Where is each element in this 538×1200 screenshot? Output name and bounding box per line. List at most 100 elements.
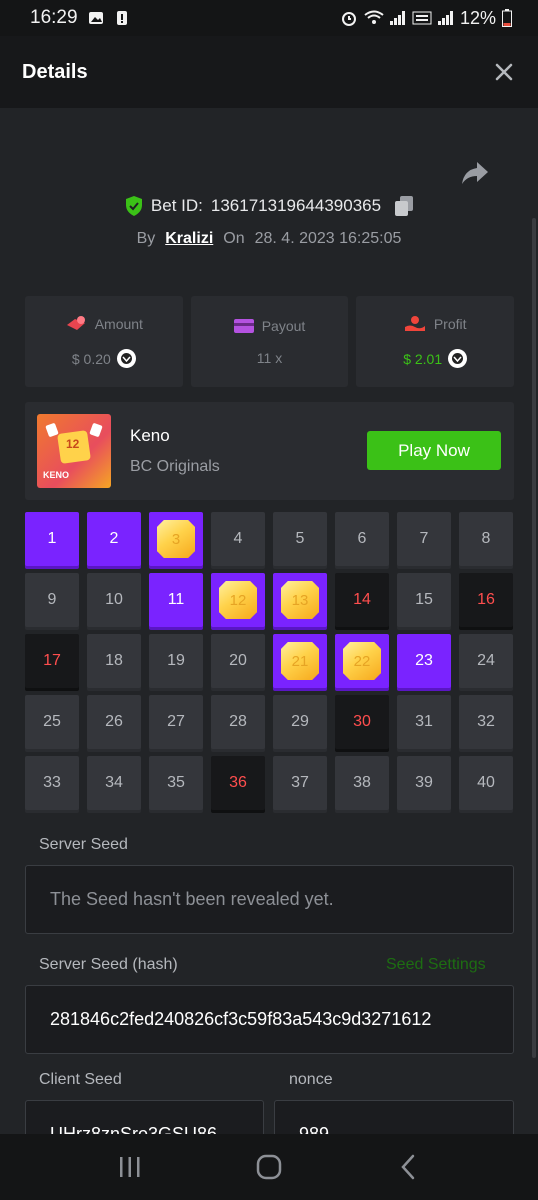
- keno-thumb-number: 12: [66, 437, 80, 451]
- keno-cell-number: 13: [291, 591, 309, 609]
- scrollbar[interactable]: [532, 218, 536, 1058]
- copy-icon[interactable]: [395, 196, 414, 216]
- keno-cell-number: 40: [477, 774, 495, 791]
- server-seed-value: The Seed hasn't been revealed yet.: [50, 889, 334, 909]
- keno-cell: 26: [87, 695, 141, 749]
- bet-stats: Amount $ 0.20 Payout 11 x Profit $ 2.01: [25, 296, 515, 387]
- signal-icon-2: [437, 11, 453, 25]
- keno-cell-number: 35: [167, 774, 185, 791]
- keno-cell: 35: [149, 756, 203, 810]
- keno-thumb-label: KENO: [43, 470, 70, 480]
- profit-icon: [404, 316, 425, 331]
- client-seed-field[interactable]: UHrz8znSro3GSU86: [25, 1100, 264, 1134]
- keno-cell: 21: [273, 634, 327, 688]
- clock: 16:29: [30, 7, 78, 28]
- home-button[interactable]: [249, 1147, 289, 1187]
- keno-cell-number: 33: [43, 774, 61, 791]
- back-button[interactable]: [388, 1147, 428, 1187]
- keno-cell-number: 24: [477, 652, 495, 669]
- keno-cell: 6: [335, 512, 389, 566]
- keno-cell: 2: [87, 512, 141, 566]
- keno-cell: 14: [335, 573, 389, 627]
- profit-label: Profit: [433, 316, 467, 332]
- keno-cell: 7: [397, 512, 451, 566]
- amount-icon: [66, 316, 85, 330]
- keno-cell: 29: [273, 695, 327, 749]
- keno-cell-number: 1: [47, 530, 57, 547]
- alarm-icon: [341, 12, 356, 26]
- keno-cell: 28: [211, 695, 265, 749]
- keno-cell-number: 6: [357, 530, 367, 547]
- play-now-button[interactable]: Play Now: [367, 431, 501, 470]
- details-content[interactable]: Bet ID: 136171319644390365 By Kralizi On…: [0, 108, 538, 1134]
- seed-settings-link[interactable]: Seed Settings: [386, 956, 486, 974]
- keno-cell: 34: [87, 756, 141, 810]
- bet-id-label: Bet ID:: [150, 196, 203, 215]
- username-link[interactable]: Kralizi: [165, 230, 213, 248]
- payout-card-icon: [233, 318, 254, 333]
- client-seed-value: UHrz8znSro3GSU86: [50, 1124, 218, 1134]
- keno-cell-number: 4: [233, 530, 243, 547]
- keno-cell-number: 9: [47, 591, 57, 608]
- status-bar: 16:29 12%: [0, 0, 538, 36]
- keno-cell-number: 5: [295, 530, 305, 547]
- coin-icon: [116, 349, 136, 368]
- keno-thumbnail[interactable]: 12 KENO: [37, 414, 111, 488]
- share-icon[interactable]: [460, 160, 490, 186]
- server-seed-field[interactable]: The Seed hasn't been revealed yet.: [25, 865, 514, 934]
- keno-cell-number: 27: [167, 713, 185, 730]
- keno-cell-number: 17: [43, 652, 61, 669]
- keno-cell: 4: [211, 512, 265, 566]
- close-icon: [495, 63, 513, 81]
- keno-cell-number: 26: [105, 713, 123, 730]
- keno-cell: 25: [25, 695, 79, 749]
- back-icon: [401, 1154, 415, 1180]
- wifi-icon: [364, 10, 384, 24]
- keno-cell-number: 19: [167, 652, 185, 669]
- keno-cell: 39: [397, 756, 451, 810]
- keno-cell: 40: [459, 756, 513, 810]
- signal-icon: [389, 11, 405, 25]
- keno-cell-number: 18: [105, 652, 123, 669]
- keno-cell-number: 11: [167, 591, 185, 608]
- keno-cell: 5: [273, 512, 327, 566]
- keno-cell: 9: [25, 573, 79, 627]
- keno-cell: 11: [149, 573, 203, 627]
- game-name: Keno: [130, 426, 170, 445]
- recent-apps-button[interactable]: [110, 1147, 150, 1187]
- server-hash-label: Server Seed (hash): [39, 956, 178, 973]
- nonce-field[interactable]: 989: [274, 1100, 514, 1134]
- keno-cell-number: 12: [229, 591, 247, 609]
- coin-icon: [448, 349, 468, 368]
- keno-cell-number: 21: [291, 652, 309, 670]
- game-provider: BC Originals: [130, 458, 220, 475]
- keno-cell-number: 34: [105, 774, 123, 791]
- keno-cell: 38: [335, 756, 389, 810]
- keno-cell: 37: [273, 756, 327, 810]
- keno-cell: 19: [149, 634, 203, 688]
- keno-cell-number: 39: [415, 774, 433, 791]
- bet-id-line: Bet ID: 136171319644390365: [0, 196, 538, 216]
- client-seed-label: Client Seed: [39, 1071, 122, 1088]
- home-icon: [256, 1154, 282, 1180]
- keno-cell: 33: [25, 756, 79, 810]
- page-title: Details: [22, 60, 88, 83]
- keno-cell: 15: [397, 573, 451, 627]
- keno-cell: 12: [211, 573, 265, 627]
- keno-cell-number: 23: [415, 652, 433, 669]
- server-hash-field[interactable]: 281846c2fed240826cf3c59f83a543c9d3271612: [25, 985, 514, 1054]
- close-button[interactable]: [492, 60, 516, 84]
- keno-cell-number: 37: [291, 774, 309, 791]
- payout-value: 11 x: [256, 349, 283, 366]
- on-label: On: [223, 230, 245, 247]
- recent-apps-icon: [119, 1157, 140, 1177]
- keno-cell: 3: [149, 512, 203, 566]
- keno-cell-number: 30: [353, 713, 371, 730]
- keno-cell: 36: [211, 756, 265, 810]
- keno-cell: 18: [87, 634, 141, 688]
- profit-value: $ 2.01: [403, 350, 443, 367]
- by-label: By: [136, 230, 156, 247]
- keno-grid: 1 2 3 4 5 6 7 8 9 10 11 12 13 14 15 16 17 18 19 20 21 22 23 24 2…: [25, 512, 515, 810]
- system-nav-bar: [0, 1134, 538, 1200]
- gem-icon: 3: [157, 520, 195, 558]
